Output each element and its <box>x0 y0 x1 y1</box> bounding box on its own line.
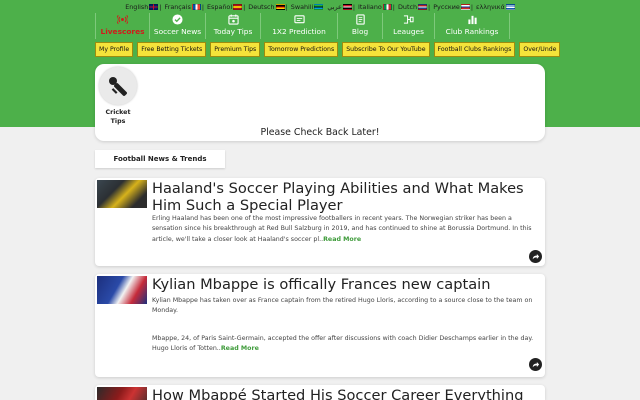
language-bar: English | Français | Español | Deutsch | Swa… <box>0 2 640 12</box>
document-icon <box>355 14 366 25</box>
check-badge-icon <box>172 14 183 25</box>
italy-flag-icon <box>382 4 392 10</box>
nav-today-tips[interactable]: Today Tips <box>206 13 261 39</box>
subscribe-youtube-button[interactable]: Subscribe To Our YouTube <box>342 42 430 57</box>
article-card[interactable]: Kylian Mbappe is offically Frances new c… <box>95 274 545 377</box>
language-french[interactable]: Français <box>164 2 201 12</box>
nav-soccer-news[interactable]: Soccer News <box>150 13 206 39</box>
cricket-tips-label: Cricket Tips <box>105 109 131 125</box>
language-italian[interactable]: Italiano <box>358 2 392 12</box>
article-thumbnail[interactable] <box>97 387 147 400</box>
over-under-button[interactable]: Over/Unde <box>519 42 561 57</box>
bracket-icon <box>403 14 414 25</box>
language-swahili[interactable]: Swahili <box>291 2 324 12</box>
language-dutch[interactable]: Dutch <box>398 2 428 12</box>
kenya-flag-icon <box>314 4 324 10</box>
tomorrow-predictions-button[interactable]: Tomorrow Predictions <box>264 42 339 57</box>
spain-flag-icon <box>233 4 243 10</box>
article-excerpt: Erling Haaland has been one of the most … <box>152 215 532 243</box>
article-card[interactable]: How Mbappé Started His Soccer Career Eve… <box>95 385 545 400</box>
language-russian[interactable]: Русские <box>433 2 470 12</box>
sub-nav: My Profile Free Betting Tickets Premium … <box>95 42 640 57</box>
tips-panel: Cricket Tips Please Check Back Later! <box>95 64 545 141</box>
bar-chart-icon <box>467 14 478 25</box>
nav-blog[interactable]: Blog <box>338 13 383 39</box>
premium-tips-button[interactable]: Premium Tips <box>210 42 261 57</box>
netherlands-flag-icon <box>418 4 428 10</box>
main-nav: Livescores Soccer News Today Tips 1X2 Pr… <box>95 13 510 39</box>
live-signal-icon <box>117 14 128 25</box>
language-german[interactable]: Deutsch <box>248 2 285 12</box>
article-card[interactable]: Haaland's Soccer Playing Abilities and W… <box>95 178 545 266</box>
free-betting-tickets-button[interactable]: Free Betting Tickets <box>137 42 207 57</box>
cricket-icon <box>99 67 137 105</box>
russia-flag-icon <box>460 4 470 10</box>
screen-icon <box>293 14 305 25</box>
my-profile-button[interactable]: My Profile <box>95 42 134 57</box>
share-arrow-icon[interactable] <box>529 358 542 371</box>
cricket-tips-tab[interactable]: Cricket Tips <box>99 67 137 126</box>
germany-flag-icon <box>275 4 285 10</box>
language-greek[interactable]: ελληνικά <box>476 2 515 12</box>
football-clubs-rankings-button[interactable]: Football Clubs Rankings <box>433 42 516 57</box>
article-title[interactable]: How Mbappé Started His Soccer Career Eve… <box>152 387 537 400</box>
read-more-link[interactable]: Read More <box>221 345 259 352</box>
section-tab-football-news[interactable]: Football News & Trends <box>95 150 225 168</box>
article-title[interactable]: Haaland's Soccer Playing Abilities and W… <box>152 180 537 214</box>
nav-club-rankings[interactable]: Club Rankings <box>435 13 510 39</box>
article-thumbnail[interactable] <box>97 180 147 208</box>
article-excerpt: Kylian Mbappe has taken over as France c… <box>152 297 533 315</box>
article-excerpt-continued: Mbappe, 24, of Paris Saint-Germain, acce… <box>152 335 534 353</box>
read-more-link[interactable]: Read More <box>323 236 361 243</box>
nav-livescores[interactable]: Livescores <box>95 13 150 39</box>
language-spanish[interactable]: Español <box>207 2 243 12</box>
france-flag-icon <box>191 4 201 10</box>
egypt-flag-icon <box>342 4 352 10</box>
nav-1x2-prediction[interactable]: 1X2 Prediction <box>261 13 338 39</box>
share-arrow-icon[interactable] <box>529 250 542 263</box>
article-thumbnail[interactable] <box>97 276 147 304</box>
nav-leagues[interactable]: Leauges <box>383 13 435 39</box>
uk-flag-icon <box>149 4 159 10</box>
greece-flag-icon <box>505 4 515 10</box>
language-arabic[interactable]: عربي <box>327 2 352 12</box>
calendar-icon <box>227 14 239 25</box>
language-english[interactable]: English <box>125 2 159 12</box>
empty-message: Please Check Back Later! <box>260 127 380 138</box>
article-title[interactable]: Kylian Mbappe is offically Frances new c… <box>152 276 537 293</box>
